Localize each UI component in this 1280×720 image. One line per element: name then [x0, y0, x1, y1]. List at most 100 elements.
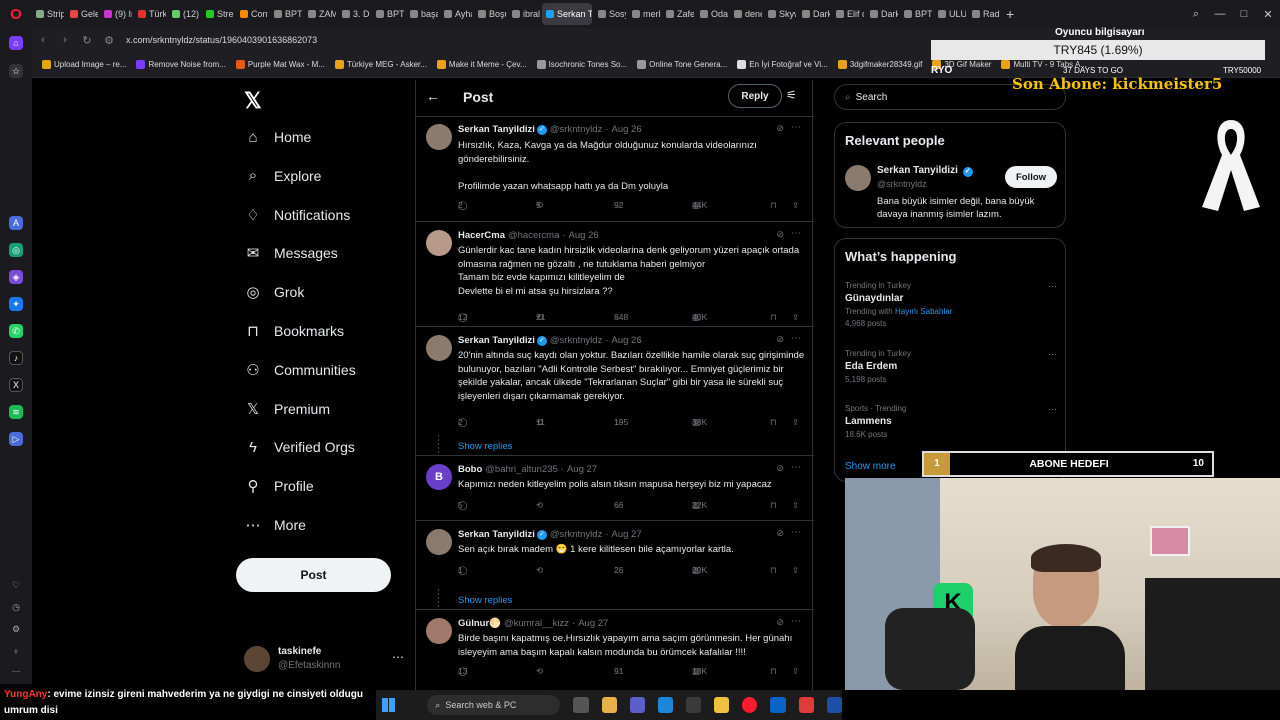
nav-item-grok[interactable]: ◎ Grok: [244, 278, 304, 306]
bookmark-action-icon[interactable]: ⊓: [770, 312, 777, 323]
settings-sliders-icon[interactable]: ⚟: [786, 88, 797, 102]
avatar[interactable]: [426, 335, 452, 361]
tweet-more-icon[interactable]: ⋯: [791, 527, 802, 538]
tweet-date[interactable]: Aug 27: [612, 529, 642, 540]
browser-tab[interactable]: Strip: [32, 3, 64, 25]
nav-item-explore[interactable]: ⌕ Explore: [244, 162, 322, 190]
nav-item-verified-orgs[interactable]: ϟ Verified Orgs: [244, 433, 355, 461]
tweet[interactable]: Serkan Tanyildizi ✓ @srkntnyldz · Aug 26 ⊘ ⋯ 20…: [416, 333, 814, 452]
share-icon[interactable]: ⇪: [792, 200, 799, 211]
search-tabs-icon[interactable]: ⌕: [1184, 8, 1208, 21]
opera-taskbar-icon[interactable]: [742, 697, 758, 713]
browser-tab[interactable]: merk: [628, 3, 660, 25]
trend-item[interactable]: Trending in Turkey Eda Erdem 5,198 posts…: [845, 349, 1057, 384]
author-handle[interactable]: @srkntnyldz: [550, 124, 602, 135]
outlook-icon[interactable]: [770, 697, 786, 713]
bookmark-action-icon[interactable]: ⊓: [770, 200, 777, 211]
browser-tab[interactable]: ZAM: [304, 3, 336, 25]
show-replies-link[interactable]: Show replies: [458, 441, 512, 452]
author-handle[interactable]: @bahri_altun235: [485, 464, 558, 475]
browser-tab[interactable]: Dark: [866, 3, 898, 25]
x-logo-icon[interactable]: 𝕏: [244, 88, 262, 114]
spotify-icon[interactable]: ≋: [9, 405, 23, 419]
avatar[interactable]: [426, 618, 452, 644]
show-replies-link[interactable]: Show replies: [458, 595, 512, 606]
avatar[interactable]: [426, 124, 452, 150]
author-handle[interactable]: @srkntnyldz: [550, 335, 602, 346]
browser-tab[interactable]: Elif c: [832, 3, 864, 25]
tweet[interactable]: Gülnur🌕 @kumral__kizz · Aug 27 ⊘ ⋯ Birde başın…: [416, 616, 814, 686]
explorer-icon[interactable]: [714, 697, 730, 713]
account-more-icon[interactable]: ⋯: [392, 650, 404, 664]
author-name[interactable]: Serkan Tanyildizi: [458, 335, 535, 346]
follow-button[interactable]: Follow: [1005, 166, 1057, 188]
reload-icon[interactable]: ↻: [76, 34, 98, 47]
taskbar-search[interactable]: ⌕ Search web & PC: [427, 695, 561, 715]
tweet-date[interactable]: Aug 27: [567, 464, 597, 475]
bookmark-item[interactable]: En İyi Fotoğraf ve Vi...: [737, 60, 828, 69]
browser-tab[interactable]: Dark: [798, 3, 830, 25]
share-icon[interactable]: ⇪: [792, 565, 799, 576]
forward-nav-icon[interactable]: ›: [54, 34, 76, 46]
bookmark-item[interactable]: Isochronic Tones So...: [536, 60, 627, 69]
author-name[interactable]: HacerCma: [458, 230, 505, 241]
nav-item-communities[interactable]: ⚇ Communities: [244, 356, 355, 384]
grok-icon[interactable]: ⊘: [776, 334, 784, 345]
person-name[interactable]: Serkan Tanyildizi ✓: [877, 165, 973, 177]
grok-icon[interactable]: ⊘: [776, 528, 784, 539]
browser-tab[interactable]: Serkan Ta: [542, 3, 592, 25]
home-icon[interactable]: ⌂: [9, 36, 23, 50]
tweet-more-icon[interactable]: ⋯: [791, 333, 802, 344]
reply-button[interactable]: Reply: [728, 84, 782, 108]
browser-tab[interactable]: Skyw: [764, 3, 796, 25]
avatar[interactable]: B: [426, 464, 452, 490]
nav-item-bookmarks[interactable]: ⊓ Bookmarks: [244, 317, 344, 345]
grok-icon[interactable]: ⊘: [776, 229, 784, 240]
bookmark-item[interactable]: Purple Mat Wax - M...: [235, 60, 325, 69]
author-handle[interactable]: @hacercma: [508, 230, 559, 241]
tweet-more-icon[interactable]: ⋯: [791, 616, 802, 627]
whatsapp-icon[interactable]: ✆: [9, 324, 23, 338]
bookmark-item[interactable]: Remove Noise from...: [136, 60, 226, 69]
opera-logo-icon[interactable]: O: [0, 0, 32, 28]
aria-icon[interactable]: A: [9, 216, 23, 230]
close-window-icon[interactable]: ✕: [1256, 8, 1280, 21]
trend-link[interactable]: Hayırlı Sabahlar: [895, 307, 952, 316]
author-name[interactable]: Serkan Tanyildizi: [458, 124, 535, 135]
browser-tab[interactable]: 3. Dı: [338, 3, 370, 25]
author-name[interactable]: Bobo: [458, 464, 482, 475]
browser-tab[interactable]: Odal: [696, 3, 728, 25]
windows-start-icon[interactable]: [382, 698, 396, 712]
browser-tab[interactable]: Zafer: [662, 3, 694, 25]
browser-tab[interactable]: Conf: [236, 3, 268, 25]
browser-tab[interactable]: ULUS: [934, 3, 966, 25]
browser-tab[interactable]: Gele: [66, 3, 98, 25]
tweet-date[interactable]: Aug 26: [612, 335, 642, 346]
bookmark-item[interactable]: Make it Meme - Çev...: [436, 60, 527, 69]
nav-item-premium[interactable]: 𝕏 Premium: [244, 395, 330, 423]
share-icon[interactable]: ⇪: [792, 417, 799, 428]
tweet-date[interactable]: Aug 27: [578, 618, 608, 629]
bookmark-item[interactable]: 3dgifmaker28349.gif: [837, 60, 922, 69]
nav-item-more[interactable]: ⋯ More: [244, 511, 306, 539]
edge-icon[interactable]: [657, 697, 673, 713]
back-nav-icon[interactable]: ‹: [32, 34, 54, 46]
heart-icon[interactable]: ♡: [9, 578, 23, 592]
tweet-more-icon[interactable]: ⋯: [791, 122, 802, 133]
trend-more-icon[interactable]: ⋯: [1048, 349, 1057, 360]
settings-icon[interactable]: ⚙: [9, 622, 23, 636]
author-handle[interactable]: @srkntnyldz: [550, 529, 602, 540]
bookmark-action-icon[interactable]: ⊓: [770, 666, 777, 677]
history-icon[interactable]: ◷: [9, 600, 23, 614]
show-more-link[interactable]: Show more: [845, 461, 896, 472]
new-tab-icon[interactable]: +: [1006, 6, 1020, 22]
bulb-icon[interactable]: ♁: [9, 644, 23, 658]
search-input[interactable]: Search: [856, 92, 888, 103]
tweet-date[interactable]: Aug 26: [612, 124, 642, 135]
tweet[interactable]: B Bobo @bahri_altun235 · Aug 27 ⊘ ⋯ Kapımızı ne…: [416, 462, 814, 524]
grok-icon[interactable]: ⊘: [776, 617, 784, 628]
tweet-more-icon[interactable]: ⋯: [791, 462, 802, 473]
browser-tab[interactable]: (12): [168, 3, 200, 25]
avatar[interactable]: [845, 165, 871, 191]
more-icon[interactable]: ⋯: [9, 664, 23, 678]
